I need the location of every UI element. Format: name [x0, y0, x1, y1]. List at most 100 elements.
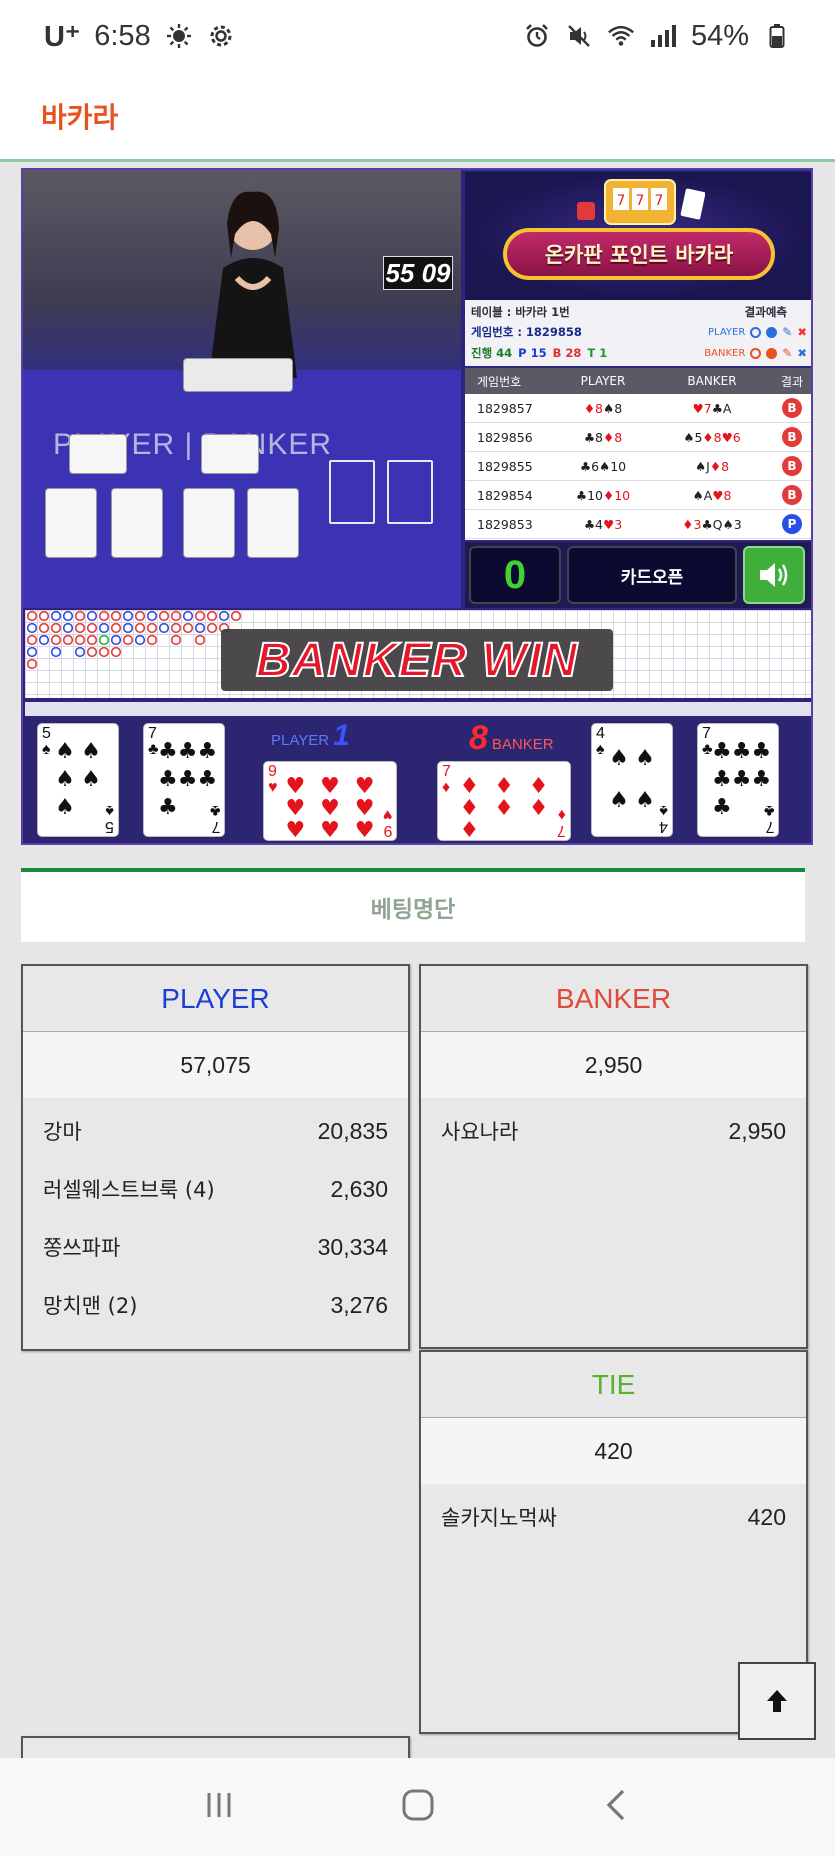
page-title: 바카라 [41, 100, 119, 134]
player-bet-label: PLAYER [23, 966, 408, 1032]
banker-bet-total: 2,950 [421, 1032, 806, 1098]
progress-count: 진행 44 [471, 346, 513, 360]
history-game-no: 1829855 [477, 458, 533, 474]
scroll-top-button[interactable] [738, 1662, 816, 1740]
system-nav-bar [0, 1758, 835, 1856]
history-result-badge: B [782, 427, 802, 447]
bettor-name: 사요나라 [441, 1120, 519, 1144]
close-icon[interactable]: ✖ [797, 325, 807, 339]
history-header: 게임번호 PLAYER BANKER 결과 [465, 368, 811, 394]
history-result-badge: P [782, 514, 802, 534]
prediction-label: 결과예측 [744, 305, 787, 319]
recent-apps-button[interactable] [201, 1787, 237, 1827]
bet-amount: 2,950 [728, 1117, 786, 1144]
playing-card: 5 ♠ ♠ ♠ ♠ ♠ ♠ 5 ♠ [37, 723, 119, 837]
prediction-dot-icon[interactable] [766, 347, 778, 359]
history-result-badge: B [782, 398, 802, 418]
speaker-icon [760, 563, 788, 587]
clock: 6:58 [94, 19, 151, 52]
pencil-icon[interactable]: ✎ [782, 346, 792, 360]
table-card [201, 434, 259, 474]
history-player-cards: ♣8♦8 [583, 429, 623, 445]
empty-card-slot [329, 460, 375, 524]
back-button[interactable] [599, 1785, 635, 1829]
player-bet-panel: PLAYER 57,075 강마 20,835 러셀웨스트브룩 (4) 2,630 쫑쓰… [21, 964, 410, 1351]
history-game-no: 1829857 [477, 400, 533, 416]
status-bar: U⁺ 6:58 54% [0, 0, 835, 72]
dealer-figure [209, 191, 297, 378]
arrow-up-icon [767, 1690, 787, 1712]
home-icon [402, 1789, 433, 1821]
live-video[interactable]: 55 09 PLAYER | BANKER [23, 170, 461, 608]
battery-icon [763, 22, 791, 50]
bettor-name: 망치맨 (2) [43, 1294, 138, 1318]
playing-card: 7 ♦ ♦ ♦ ♦ ♦ ♦ ♦ ♦ 7 ♦ [437, 761, 571, 841]
bet-entry: 망치맨 (2) 3,276 [23, 1276, 408, 1334]
table-name: 테이블 : 바카라 1번 [471, 305, 570, 319]
empty-card-slot [387, 460, 433, 524]
banker-prediction: BANKER ✎ ✖ [704, 346, 807, 360]
history-player-cards: ♣10♦10 [575, 487, 631, 503]
bet-amount: 30,334 [317, 1233, 388, 1260]
bettor-name: 강마 [43, 1120, 82, 1144]
player-score: PLAYER 1 [271, 719, 350, 752]
history-row: 1829856 ♣8♦8 ♠5♦8♥6 B [465, 423, 811, 452]
big-road [25, 702, 811, 716]
prediction-ring-icon[interactable] [750, 347, 762, 359]
pencil-icon[interactable]: ✎ [782, 325, 792, 339]
svg-text:7: 7 [617, 193, 626, 209]
history-game-no: 1829854 [477, 487, 533, 503]
prediction-dot-icon[interactable] [766, 326, 778, 338]
bet-entry: 강마 20,835 [23, 1102, 408, 1160]
win-text: BANKER WIN [255, 633, 578, 688]
history-banker-cards: ♦3♣Q♠3 [682, 516, 742, 532]
game-area: 55 09 PLAYER | BANKER 777 온카판 포인트 바카라 [21, 168, 813, 845]
prediction-ring-icon[interactable] [750, 326, 762, 338]
wifi-icon [607, 22, 635, 50]
bettor-name: 쫑쓰파파 [43, 1236, 121, 1260]
history-row: 1829854 ♣10♦10 ♠A♥8 B [465, 481, 811, 510]
betting-list-header: 베팅명단 [21, 868, 805, 942]
bet-amount: 3,276 [330, 1291, 388, 1318]
card-open-button[interactable]: 카드오픈 [567, 546, 737, 604]
game-number: 게임번호 : 1829858 [471, 325, 582, 339]
app-header: 바카라 [0, 72, 835, 162]
svg-text:7: 7 [655, 193, 664, 209]
history-row: 1829853 ♣4♥3 ♦3♣Q♠3 P [465, 510, 811, 539]
playing-card: 4 ♠ ♠ ♠ ♠ ♠ 4 ♠ [591, 723, 673, 837]
sound-toggle-button[interactable] [743, 546, 805, 604]
alarm-icon [523, 22, 551, 50]
table-card [183, 488, 235, 558]
banker-bet-panel: BANKER 2,950 사요나라 2,950 [419, 964, 808, 1349]
settings-gear-icon [207, 22, 235, 50]
bet-amount: 2,630 [330, 1175, 388, 1202]
history-result-badge: B [782, 485, 802, 505]
control-bar: 0 카드오픈 [465, 542, 811, 608]
banker-bet-label: BANKER [421, 966, 806, 1032]
player-count: P 15 [518, 346, 547, 360]
banker-score: 8 BANKER [469, 719, 554, 757]
table-card [247, 488, 299, 558]
table-card [45, 488, 97, 558]
bet-amount: 420 [747, 1503, 786, 1530]
battery-percent: 54% [690, 19, 749, 52]
history-game-no: 1829856 [477, 429, 533, 445]
svg-text:7: 7 [636, 193, 645, 209]
history-row: 1829855 ♣6♠10 ♠J♦8 B [465, 452, 811, 481]
promo-banner: 777 온카판 포인트 바카라 [465, 172, 811, 300]
bettor-name: 러셀웨스트브룩 (4) [43, 1178, 215, 1202]
history-table: 게임번호 PLAYER BANKER 결과 1829857 ♦8♠8 ♥7♣A B 18… [465, 368, 811, 540]
round-timer: 55 09 [383, 256, 453, 290]
player-bet-total: 57,075 [23, 1032, 408, 1098]
history-banker-cards: ♠A♥8 [692, 487, 732, 503]
slot-machine-icon: 777 [577, 179, 705, 225]
signal-icon [649, 22, 677, 50]
bet-entry: 러셀웨스트브룩 (4) 2,630 [23, 1160, 408, 1218]
history-player-cards: ♦8♠8 [583, 400, 623, 416]
home-button[interactable] [398, 1785, 438, 1829]
card-counter: 0 [469, 546, 561, 604]
carrier-label: U⁺ [44, 20, 81, 53]
history-player-cards: ♣6♠10 [579, 458, 627, 474]
close-icon[interactable]: ✖ [797, 346, 807, 360]
history-banker-cards: ♠J♦8 [694, 458, 730, 474]
